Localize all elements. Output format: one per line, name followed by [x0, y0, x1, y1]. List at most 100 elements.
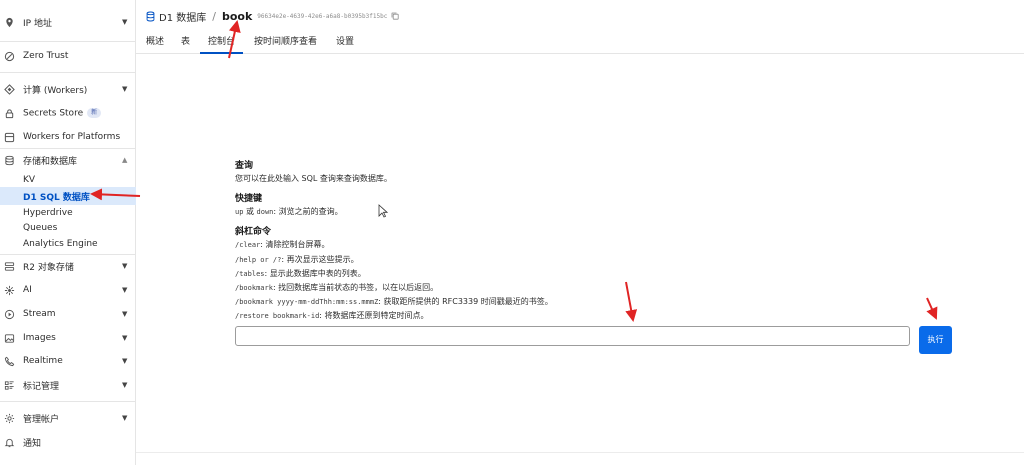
- command-line: /bookmark: 找回数据库当前状态的书签，以在以后返回。: [235, 282, 438, 293]
- sidebar-item-stream[interactable]: Stream ▼: [0, 305, 136, 323]
- sidebar-item-label: 计算 (Workers): [23, 85, 88, 96]
- tab-settings[interactable]: 设置: [336, 34, 354, 54]
- shortcut-description: : 浏览之前的查询。: [273, 207, 343, 216]
- gear-icon: [3, 412, 15, 424]
- breadcrumb-parent-link[interactable]: D1 数据库: [159, 9, 206, 24]
- database-icon: [146, 11, 155, 21]
- database-icon: [3, 154, 15, 166]
- tab-bar: 概述 表 控制台 按时间顺序查看 设置: [136, 30, 1024, 54]
- shortcut-key-up: up: [235, 208, 244, 216]
- breadcrumb: D1 数据库 / book 96634e2e-4639-42e6-a6a8-b0…: [146, 9, 399, 24]
- location-pin-icon: [3, 16, 15, 28]
- sidebar-item-label: 通知: [23, 438, 42, 449]
- tag-icon: [3, 379, 15, 391]
- lock-icon: [3, 107, 15, 119]
- annotation-arrows: [90, 20, 938, 322]
- tab-time-travel[interactable]: 按时间顺序查看: [254, 34, 317, 54]
- workers-icon: [3, 83, 15, 95]
- sidebar-divider: [0, 148, 136, 149]
- command-line: /tables: 显示此数据库中表的列表。: [235, 268, 366, 279]
- shortcut-or: 或: [245, 207, 254, 216]
- chevron-down-icon: ▼: [122, 286, 128, 294]
- command-code: /bookmark yyyy-mm-ddThh:mm:ss.mmmZ: [235, 298, 379, 306]
- sidebar-item-d1-sql[interactable]: D1 SQL 数据库: [0, 187, 136, 205]
- command-description: : 将数据库还原到特定时间点。: [319, 311, 429, 320]
- sidebar-item-label: AI: [23, 285, 32, 295]
- chevron-down-icon: ▼: [122, 414, 128, 422]
- mouse-cursor-icon: [378, 204, 388, 218]
- sidebar: IP 地址 ▼ Zero Trust 计算 (Workers) ▼ Secret…: [0, 0, 136, 465]
- sidebar-item-analytics-engine[interactable]: Analytics Engine: [0, 235, 136, 253]
- zero-trust-icon: [3, 50, 15, 62]
- sidebar-item-label: 标记管理: [23, 381, 60, 392]
- sidebar-item-secrets-store[interactable]: Secrets Store 新: [0, 104, 136, 122]
- sidebar-item-label: Analytics Engine: [23, 239, 98, 249]
- tab-console[interactable]: 控制台: [200, 34, 244, 54]
- sidebar-item-zero-trust[interactable]: Zero Trust: [0, 47, 136, 65]
- sidebar-item-label: D1 SQL 数据库: [23, 192, 90, 203]
- sidebar-item-workers[interactable]: 计算 (Workers) ▼: [0, 80, 136, 98]
- new-badge: 新: [87, 107, 102, 118]
- command-code: /bookmark: [235, 284, 273, 292]
- chevron-down-icon: ▼: [122, 334, 128, 342]
- sidebar-item-label: Zero Trust: [23, 51, 69, 61]
- sidebar-item-label: Queues: [23, 223, 58, 233]
- breadcrumb-separator: /: [212, 9, 216, 23]
- sidebar-item-images[interactable]: Images ▼: [0, 329, 136, 347]
- sidebar-divider: [0, 254, 136, 255]
- sidebar-item-tag-management[interactable]: 标记管理 ▼: [0, 376, 136, 394]
- chevron-up-icon: ▲: [122, 156, 128, 164]
- sidebar-item-label: 存储和数据库: [23, 156, 78, 167]
- sidebar-item-realtime[interactable]: Realtime ▼: [0, 352, 136, 370]
- query-description: 您可以在此处输入 SQL 查询来查询数据库。: [235, 174, 392, 183]
- chevron-down-icon: ▼: [122, 262, 128, 270]
- shortcut-key-down: down: [256, 208, 274, 216]
- command-code: /help or /?: [235, 256, 282, 264]
- bell-icon: [3, 436, 15, 448]
- tab-tables[interactable]: 表: [181, 34, 190, 54]
- chevron-down-icon: ▼: [122, 381, 128, 389]
- phone-icon: [3, 355, 15, 367]
- slash-commands-heading: 斜杠命令: [235, 227, 272, 237]
- command-code: /restore bookmark-id: [235, 312, 320, 320]
- sidebar-item-label: R2 对象存储: [23, 262, 74, 273]
- sidebar-item-label: Stream: [23, 309, 56, 319]
- execute-button[interactable]: 执行: [919, 326, 952, 354]
- command-line: /help or /?: 再次显示这些提示。: [235, 254, 359, 265]
- tab-overview[interactable]: 概述: [146, 34, 164, 54]
- sidebar-item-manage-account[interactable]: 管理帐户 ▼: [0, 409, 136, 427]
- sidebar-item-label: Secrets Store: [23, 108, 84, 119]
- sidebar-item-ip-address[interactable]: IP 地址 ▼: [0, 13, 136, 31]
- sidebar-divider: [0, 401, 136, 402]
- command-description: : 显示此数据库中表的列表。: [264, 269, 366, 278]
- shortcut-line: up 或 down: 浏览之前的查询。: [235, 206, 343, 217]
- database-id: 96634e2e-4639-42e6-a6a8-b0395b3f15bc: [257, 12, 388, 20]
- sidebar-item-label: IP 地址: [23, 18, 52, 29]
- copy-icon[interactable]: [391, 12, 399, 20]
- r2-storage-icon: [3, 260, 15, 272]
- sidebar-item-ai[interactable]: AI ▼: [0, 281, 136, 299]
- query-heading: 查询: [235, 161, 254, 171]
- sidebar-divider: [0, 72, 136, 73]
- shortcut-heading: 快捷键: [235, 194, 263, 204]
- sidebar-item-storage-databases[interactable]: 存储和数据库 ▲: [0, 151, 136, 169]
- chevron-down-icon: ▼: [122, 18, 128, 26]
- sidebar-item-workers-for-platforms[interactable]: Workers for Platforms: [0, 128, 136, 146]
- arrow-to-execute: [926, 297, 938, 320]
- sidebar-item-r2[interactable]: R2 对象存储 ▼: [0, 257, 136, 275]
- platforms-icon: [3, 131, 15, 143]
- command-code: /tables: [235, 270, 265, 278]
- page-title: book: [221, 9, 253, 23]
- sidebar-item-notifications[interactable]: 通知: [0, 433, 136, 451]
- chevron-down-icon: ▼: [122, 357, 128, 365]
- command-description: : 获取距所提供的 RFC3339 时间戳最近的书签。: [378, 297, 553, 306]
- command-code: /clear: [235, 241, 261, 249]
- command-line: /bookmark yyyy-mm-ddThh:mm:ss.mmmZ: 获取距所…: [235, 296, 553, 307]
- chevron-down-icon: ▼: [122, 310, 128, 318]
- command-description: : 清除控制台屏幕。: [260, 240, 330, 249]
- sidebar-item-label: Workers for Platforms: [23, 132, 121, 142]
- sql-query-input[interactable]: [235, 326, 910, 346]
- command-line: /restore bookmark-id: 将数据库还原到特定时间点。: [235, 310, 429, 321]
- ai-icon: [3, 284, 15, 296]
- sidebar-item-label: KV: [23, 175, 36, 185]
